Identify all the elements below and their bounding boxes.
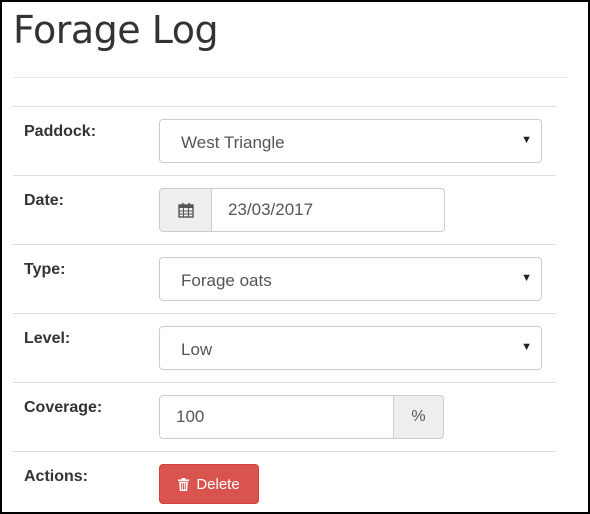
coverage-row: Coverage: 100 % — [13, 382, 556, 451]
date-input[interactable]: 23/03/2017 — [211, 188, 445, 232]
coverage-input[interactable]: 100 — [159, 395, 394, 439]
paddock-value: West Triangle — [181, 133, 285, 152]
page-title: Forage Log — [13, 8, 219, 52]
date-label: Date: — [24, 192, 65, 209]
paddock-label: Paddock: — [24, 123, 97, 140]
coverage-input-group: 100 % — [159, 395, 444, 439]
chevron-down-icon: ▼ — [521, 134, 532, 146]
delete-button[interactable]: Delete — [159, 464, 259, 504]
chevron-down-icon: ▼ — [521, 341, 532, 353]
actions-row: Actions: Delete — [13, 451, 556, 514]
paddock-select[interactable]: West Triangle ▼ — [159, 119, 542, 163]
chevron-down-icon: ▼ — [521, 272, 532, 284]
actions-label: Actions: — [24, 468, 88, 485]
date-input-group: 23/03/2017 — [159, 188, 445, 232]
date-row: Date: 23/03/2017 — [13, 175, 556, 244]
coverage-label: Coverage: — [24, 399, 103, 416]
type-value: Forage oats — [181, 271, 272, 290]
trash-icon — [178, 477, 190, 491]
level-label: Level: — [24, 330, 71, 347]
forage-form: Paddock: West Triangle ▼ Date: 23/03/201… — [13, 106, 556, 514]
calendar-icon[interactable] — [159, 188, 211, 232]
type-label: Type: — [24, 261, 66, 278]
type-select[interactable]: Forage oats ▼ — [159, 257, 542, 301]
window-frame: Forage Log Paddock: West Triangle ▼ Date… — [0, 0, 590, 514]
level-row: Level: Low ▼ — [13, 313, 556, 382]
percent-addon: % — [394, 395, 444, 439]
type-row: Type: Forage oats ▼ — [13, 244, 556, 313]
level-value: Low — [181, 340, 213, 359]
delete-button-label: Delete — [196, 475, 240, 493]
title-divider — [13, 77, 568, 78]
level-select[interactable]: Low ▼ — [159, 326, 542, 370]
paddock-row: Paddock: West Triangle ▼ — [13, 106, 556, 175]
